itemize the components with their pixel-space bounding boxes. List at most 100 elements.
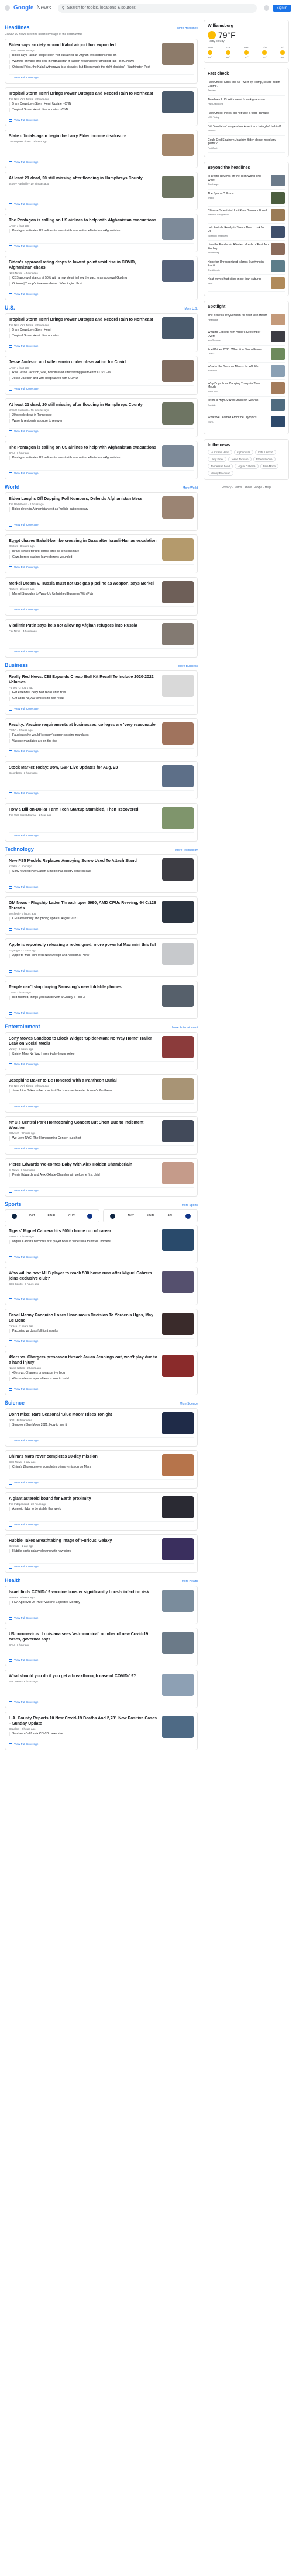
related-story[interactable]: Sturgeon Blue Moon 2021: How to see it bbox=[9, 1423, 157, 1427]
full-coverage-link[interactable]: View Full Coverage bbox=[9, 1657, 194, 1662]
section-more-link[interactable]: More Entertainment bbox=[172, 1026, 198, 1030]
story-thumbnail[interactable] bbox=[162, 1632, 194, 1654]
story-headline[interactable]: Josephine Baker to Be Honored With a Pan… bbox=[9, 1078, 157, 1083]
section-more-link[interactable]: More Science bbox=[180, 1402, 198, 1406]
full-coverage-link[interactable]: View Full Coverage bbox=[9, 159, 194, 164]
story-thumbnail[interactable] bbox=[162, 943, 194, 965]
topic-chip[interactable]: Larry Elder bbox=[208, 457, 227, 462]
section-more-link[interactable]: More World bbox=[183, 486, 198, 490]
related-story[interactable]: Hubble spots galaxy glowing with new sta… bbox=[9, 1549, 157, 1553]
full-coverage-link[interactable]: View Full Coverage bbox=[9, 1061, 194, 1066]
related-story[interactable]: Vaccine mandates are on the rise bbox=[9, 739, 157, 743]
related-story[interactable]: Josephine Baker to become first Black wo… bbox=[9, 1089, 157, 1093]
related-story[interactable]: Miguel Cabrera becomes first player born… bbox=[9, 1240, 157, 1244]
story-thumbnail[interactable] bbox=[162, 360, 194, 382]
section-title[interactable]: Headlines bbox=[5, 25, 30, 30]
story-headline[interactable]: L.A. County Reports 10 New Covid-19 Deat… bbox=[9, 1716, 157, 1726]
full-coverage-link[interactable]: View Full Coverage bbox=[9, 1254, 194, 1259]
full-coverage-link[interactable]: View Full Coverage bbox=[9, 1386, 194, 1391]
full-coverage-link[interactable]: View Full Coverage bbox=[9, 243, 194, 248]
full-coverage-link[interactable]: View Full Coverage bbox=[9, 1699, 194, 1704]
story-headline[interactable]: New PS5 Models Replaces Annoying Screw U… bbox=[9, 858, 157, 864]
full-coverage-link[interactable]: View Full Coverage bbox=[9, 884, 194, 889]
topic-chip[interactable]: Pfizer vaccine bbox=[253, 457, 276, 462]
story-thumbnail[interactable] bbox=[162, 1078, 194, 1100]
story-thumbnail[interactable] bbox=[162, 1313, 194, 1335]
related-story[interactable]: GM adds 73,000 vehicles to Bolt recall bbox=[9, 697, 157, 701]
topic-chip[interactable]: Miguel Cabrera bbox=[234, 464, 259, 469]
sign-in-button[interactable]: Sign in bbox=[272, 4, 291, 12]
story-thumbnail[interactable] bbox=[162, 496, 194, 519]
story-headline[interactable]: Vladimir Putin says he's not allowing Af… bbox=[9, 623, 157, 628]
section-title[interactable]: Business bbox=[5, 662, 28, 668]
related-story[interactable]: China's Zhurong rover completes primary … bbox=[9, 1465, 157, 1469]
story-thumbnail[interactable] bbox=[162, 675, 194, 697]
related-story[interactable]: Pentagon activates US airlines to assist… bbox=[9, 456, 157, 460]
story-thumbnail[interactable] bbox=[162, 765, 194, 787]
story-headline[interactable]: The Pentagon is calling on US airlines t… bbox=[9, 445, 157, 450]
story-thumbnail[interactable] bbox=[162, 402, 194, 425]
related-story[interactable]: Sony revised PlayStation 5 model has qui… bbox=[9, 870, 157, 874]
story-thumbnail[interactable] bbox=[162, 1412, 194, 1434]
story-thumbnail[interactable] bbox=[162, 1355, 194, 1377]
related-story[interactable]: Fauci says he would 'strongly' support v… bbox=[9, 733, 157, 738]
story-headline[interactable]: Sony Moves Sandbox to Block Widget 'Spid… bbox=[9, 1036, 157, 1047]
story-headline[interactable]: Egypt chases Bahalt-bombe crossing in Ga… bbox=[9, 538, 157, 544]
story-headline[interactable]: State officials again begin the Larry El… bbox=[9, 134, 157, 139]
related-story[interactable]: Jesse Jackson and wife hospitalized with… bbox=[9, 377, 157, 381]
search-bar[interactable]: ⚲ Search for topics, locations & sources bbox=[58, 3, 257, 13]
story-headline[interactable]: China's Mars rover completes 90-day miss… bbox=[9, 1454, 157, 1459]
sidebar-item[interactable]: Lab Earth Is Ready to Take a Deep Look f… bbox=[208, 224, 285, 241]
section-more-link[interactable]: More Business bbox=[178, 665, 198, 668]
related-story[interactable]: Pacquiao vs Ugas full fight results bbox=[9, 1329, 157, 1333]
sidebar-item[interactable]: What We Learned From the Olympics ESPN bbox=[208, 413, 285, 430]
story-headline[interactable]: Jesse Jackson and wife remain under obse… bbox=[9, 360, 157, 365]
section-title[interactable]: Entertainment bbox=[5, 1024, 40, 1030]
story-headline[interactable]: GM News - Flagship Lader Threadripper 59… bbox=[9, 901, 157, 911]
full-coverage-link[interactable]: View Full Coverage bbox=[9, 606, 194, 611]
sidebar-item[interactable]: How the Pandemic Affected Moods of Fast … bbox=[208, 241, 285, 258]
sidebar-item[interactable]: Fuel Prices 2021: What You Should Know CN… bbox=[208, 346, 285, 363]
story-headline[interactable]: Biden Laughs Off Dapping Poll Numbers, D… bbox=[9, 496, 157, 502]
topic-chip[interactable]: Kabul airport bbox=[255, 450, 276, 455]
story-thumbnail[interactable] bbox=[162, 722, 194, 745]
story-thumbnail[interactable] bbox=[162, 858, 194, 881]
story-headline[interactable]: NYC's Central Park Homecoming Concert Cu… bbox=[9, 1120, 157, 1131]
related-story[interactable]: GM extends Chevy Bolt recall after fires bbox=[9, 691, 157, 695]
full-coverage-link[interactable]: View Full Coverage bbox=[9, 1479, 194, 1485]
full-coverage-link[interactable]: View Full Coverage bbox=[9, 385, 194, 391]
section-title[interactable]: Technology bbox=[5, 846, 34, 852]
topic-chip[interactable]: Manny Pacquiao bbox=[208, 471, 233, 476]
related-story[interactable]: 5 are Downtown Storm Henri bbox=[9, 328, 157, 332]
story-headline[interactable]: Tropical Storm Henri Brings Power Outage… bbox=[9, 91, 157, 96]
story-headline[interactable]: Really Red News: CBI Expands Cheap Bull … bbox=[9, 675, 157, 685]
story-headline[interactable]: How a Billion-Dollar Farm Tech Startup S… bbox=[9, 807, 157, 812]
story-headline[interactable]: The Pentagon is calling on US airlines t… bbox=[9, 218, 157, 223]
section-title[interactable]: World bbox=[5, 484, 19, 490]
story-thumbnail[interactable] bbox=[162, 1162, 194, 1184]
sidebar-item[interactable]: What a Hot Summer Means for Wildlife Audu… bbox=[208, 363, 285, 380]
apps-icon[interactable] bbox=[263, 5, 269, 11]
full-coverage-link[interactable]: View Full Coverage bbox=[9, 832, 194, 837]
story-thumbnail[interactable] bbox=[162, 1036, 194, 1058]
full-coverage-link[interactable]: View Full Coverage bbox=[9, 1741, 194, 1746]
topic-chip[interactable]: Jesse Jackson bbox=[228, 457, 252, 462]
full-coverage-link[interactable]: View Full Coverage bbox=[9, 1103, 194, 1108]
related-story[interactable]: Biden says Taliban cooperation 'not sust… bbox=[9, 54, 157, 58]
story-headline[interactable]: At least 21 dead, 20 still missing after… bbox=[9, 402, 157, 408]
story-thumbnail[interactable] bbox=[162, 1716, 194, 1738]
story-thumbnail[interactable] bbox=[162, 1538, 194, 1560]
story-headline[interactable]: Apple is reportedly releasing a redesign… bbox=[9, 943, 157, 948]
related-story[interactable]: Waverly residents struggle to recover bbox=[9, 419, 157, 423]
score-card[interactable]: NYY FINAL ATL bbox=[103, 1209, 198, 1222]
related-story[interactable]: Perrie Edwards and Alex Oxlade-Chamberla… bbox=[9, 1173, 157, 1177]
related-story[interactable]: Asteroid flyby to be visible this week bbox=[9, 1507, 157, 1511]
section-more-link[interactable]: More U.S. bbox=[184, 307, 198, 311]
story-thumbnail[interactable] bbox=[162, 1120, 194, 1142]
story-headline[interactable]: What should you do if you get a breakthr… bbox=[9, 1674, 157, 1679]
section-title[interactable]: U.S. bbox=[5, 305, 15, 311]
full-coverage-link[interactable]: View Full Coverage bbox=[9, 926, 194, 931]
topic-chip[interactable]: Blue Moon bbox=[260, 464, 279, 469]
sidebar-item[interactable]: Chinese Scientists Hunt Rare Dinosaur Fo… bbox=[208, 207, 285, 224]
story-thumbnail[interactable] bbox=[162, 985, 194, 1007]
